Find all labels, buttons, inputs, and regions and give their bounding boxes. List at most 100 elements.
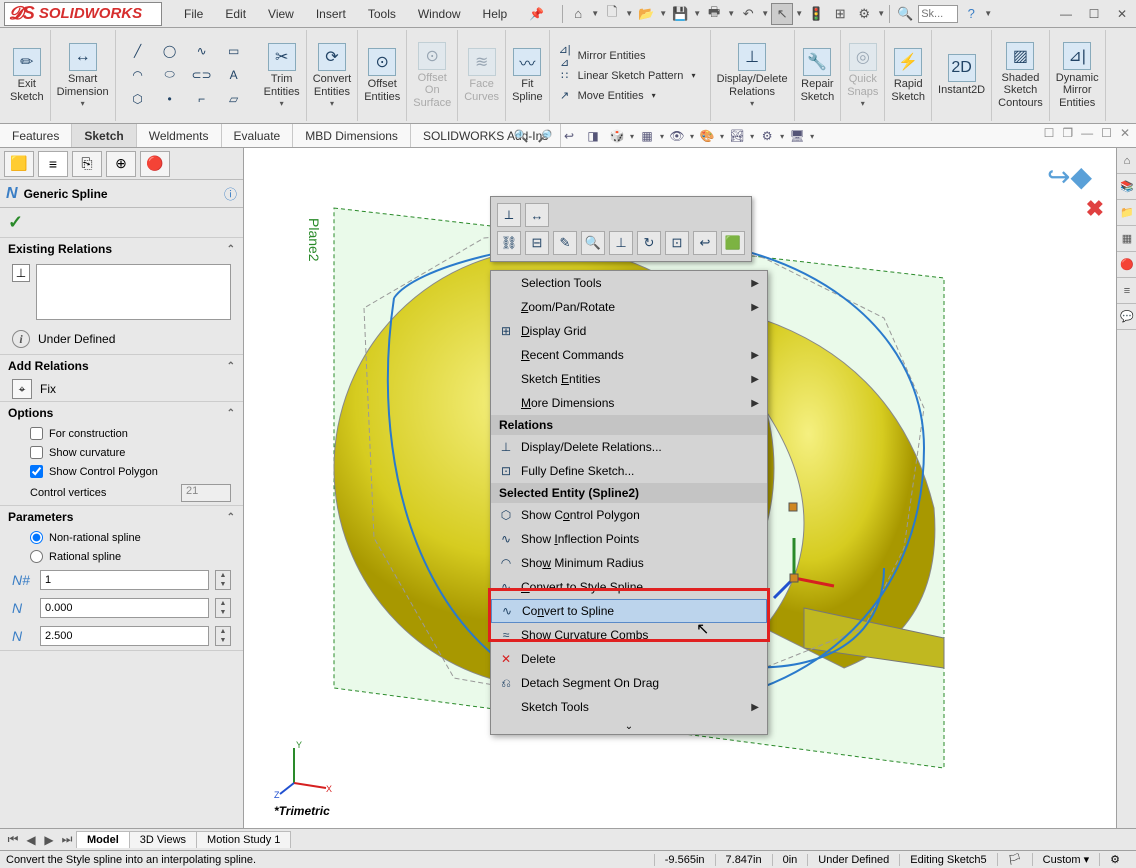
zoom-fit-icon[interactable]: 🔍 (510, 125, 532, 147)
tab-features[interactable]: Features (0, 124, 72, 147)
slot-icon[interactable]: ⊂⊃ (188, 65, 216, 85)
feature-manager-tab[interactable]: 🟨 (4, 151, 34, 177)
ctx-selection-tools[interactable]: Selection Tools▶ (491, 271, 767, 295)
taskpane-home-icon[interactable]: ⌂ (1117, 148, 1136, 174)
ctx-convert-icon[interactable]: ↻ (637, 231, 661, 255)
taskpane-file-icon[interactable]: 📁 (1117, 200, 1136, 226)
ctx-sketch-entities[interactable]: Sketch Entities▶ (491, 367, 767, 391)
btab-3dviews[interactable]: 3D Views (129, 831, 197, 848)
menu-pin-icon[interactable]: 📌 (519, 3, 554, 25)
dynamic-mirror-button[interactable]: ⊿|DynamicMirrorEntities (1050, 30, 1106, 121)
ctx-show-inflection[interactable]: ∿Show Inflection Points (491, 527, 767, 551)
smart-dimension-button[interactable]: ↔SmartDimension▾ (51, 30, 116, 121)
rebuild-icon[interactable]: 🚦 (805, 3, 827, 25)
btab-last-icon[interactable]: ⏭ (58, 832, 76, 847)
pm-help-icon[interactable]: ⓘ (224, 184, 237, 203)
rapid-sketch-button[interactable]: ⚡RapidSketch (885, 30, 932, 121)
add-relations-header[interactable]: Add Relations⌃ (0, 355, 243, 377)
ctx-zoom-pan-rotate[interactable]: Zoom/Pan/Rotate▶ (491, 295, 767, 319)
ellipse-icon[interactable]: ⬭ (156, 65, 184, 85)
status-units[interactable]: Custom ▾ (1032, 853, 1099, 866)
convert-entities-button[interactable]: ⟳ConvertEntities▾ (307, 30, 359, 121)
undo-icon[interactable]: ↶ (737, 3, 759, 25)
settings-icon[interactable]: ⚙ (853, 3, 875, 25)
btab-first-icon[interactable]: ⏮ (4, 832, 22, 847)
confirmation-corner-icon[interactable]: ↪◆ (1047, 160, 1092, 193)
tab-mbd[interactable]: MBD Dimensions (293, 124, 411, 147)
menu-file[interactable]: File (174, 3, 213, 25)
param2-spinner[interactable]: ▲▼ (215, 598, 231, 618)
menu-edit[interactable]: Edit (215, 3, 256, 25)
polygon-icon[interactable]: ⬡ (124, 89, 152, 109)
ctx-normal-icon[interactable]: ⊡ (665, 231, 689, 255)
ctx-construction-icon[interactable]: ⊟ (525, 231, 549, 255)
config-manager-tab[interactable]: ⎘ (72, 151, 102, 177)
rational-radio[interactable] (30, 550, 43, 563)
ctx-select-chain-icon[interactable]: ⛓ (497, 231, 521, 255)
hide-show-icon[interactable]: 👁 (666, 125, 688, 147)
close-button[interactable]: ✕ (1108, 4, 1136, 24)
fit-spline-button[interactable]: 〰FitSpline (506, 30, 550, 121)
doc-restore-icon[interactable]: ❐ (1062, 126, 1073, 140)
open-icon[interactable]: 📂 (635, 3, 657, 25)
point-icon[interactable]: • (156, 89, 184, 109)
menu-view[interactable]: View (258, 3, 304, 25)
linear-pattern-button[interactable]: ∷Linear Sketch Pattern▾ (556, 66, 696, 86)
param2-input[interactable]: 0.000 (40, 598, 209, 618)
ctx-display-grid[interactable]: ⊞Display Grid (491, 319, 767, 343)
prev-view-icon[interactable]: ↩ (558, 125, 580, 147)
ctx-recent-commands[interactable]: Recent Commands▶ (491, 343, 767, 367)
offset-entities-button[interactable]: ⊙OffsetEntities (358, 30, 407, 121)
param3-input[interactable]: 2.500 (40, 626, 209, 646)
rect-icon[interactable]: ▭ (220, 41, 248, 61)
display-delete-relations-button[interactable]: ⊥Display/DeleteRelations▾ (711, 30, 795, 121)
menu-insert[interactable]: Insert (306, 3, 356, 25)
status-gear-icon[interactable]: ⚙ (1099, 853, 1130, 866)
param1-input[interactable]: 1 (40, 570, 209, 590)
show-curvature-checkbox[interactable] (30, 446, 43, 459)
fix-relation-button[interactable]: ⌖ Fix (0, 377, 243, 401)
ctx-display-delete-relations[interactable]: ⊥Display/Delete Relations... (491, 435, 767, 459)
dimxpert-tab[interactable]: ⊕ (106, 151, 136, 177)
apply-scene-icon[interactable]: 🏞 (726, 125, 748, 147)
ctx-convert-spline[interactable]: ∿Convert to Spline (491, 599, 767, 623)
zoom-area-icon[interactable]: 🔎 (534, 125, 556, 147)
menu-help[interactable]: Help (473, 3, 518, 25)
instant2d-button[interactable]: 2DInstant2D (932, 30, 992, 121)
doc-close-icon[interactable]: ✕ (1120, 126, 1130, 140)
non-rational-radio[interactable] (30, 531, 43, 544)
ctx-convert-style-spline[interactable]: ∿Convert to Style Spline (491, 575, 767, 599)
ctx-collapse-icon[interactable]: ⌄ (491, 719, 767, 734)
options-icon[interactable]: ⊞ (829, 3, 851, 25)
existing-relations-header[interactable]: Existing Relations⌃ (0, 238, 243, 260)
options-header[interactable]: Options⌃ (0, 402, 243, 424)
taskpane-view-icon[interactable]: ▦ (1117, 226, 1136, 252)
ctx-delete[interactable]: ✕Delete (491, 647, 767, 671)
ctx-show-min-radius[interactable]: ◠Show Minimum Radius (491, 551, 767, 575)
ctx-smart-dim-icon[interactable]: ⟂ (497, 203, 521, 227)
ctx-more-dimensions[interactable]: More Dimensions▶ (491, 391, 767, 415)
exit-sketch-button[interactable]: ✏ExitSketch (4, 30, 51, 121)
param1-spinner[interactable]: ▲▼ (215, 570, 231, 590)
btab-next-icon[interactable]: ▶ (40, 833, 58, 847)
ctx-dim-icon[interactable]: ↔ (525, 203, 549, 227)
ctx-show-curvature-combs[interactable]: ≈Show Curvature Combs (491, 623, 767, 647)
doc-prev-icon[interactable]: ☐ (1044, 126, 1055, 140)
tab-evaluate[interactable]: Evaluate (222, 124, 294, 147)
select-icon[interactable]: ↖ (771, 3, 793, 25)
ctx-sketch-tools[interactable]: Sketch Tools▶ (491, 695, 767, 719)
new-icon[interactable]: 🗋 (601, 3, 623, 25)
search-input[interactable] (918, 5, 958, 23)
taskpane-library-icon[interactable]: 📚 (1117, 174, 1136, 200)
ctx-detach-segment[interactable]: ⎌Detach Segment On Drag (491, 671, 767, 695)
for-construction-checkbox[interactable] (30, 427, 43, 440)
home-icon[interactable]: ⌂ (567, 3, 589, 25)
doc-max-icon[interactable]: ☐ (1101, 126, 1112, 140)
minimize-button[interactable]: — (1052, 4, 1080, 24)
maximize-button[interactable]: ☐ (1080, 4, 1108, 24)
section-view-icon[interactable]: ◨ (582, 125, 604, 147)
menu-tools[interactable]: Tools (358, 3, 406, 25)
view-orient-icon[interactable]: 🎲 (606, 125, 628, 147)
arc-icon[interactable]: ◠ (124, 65, 152, 85)
parameters-header[interactable]: Parameters⌃ (0, 506, 243, 528)
